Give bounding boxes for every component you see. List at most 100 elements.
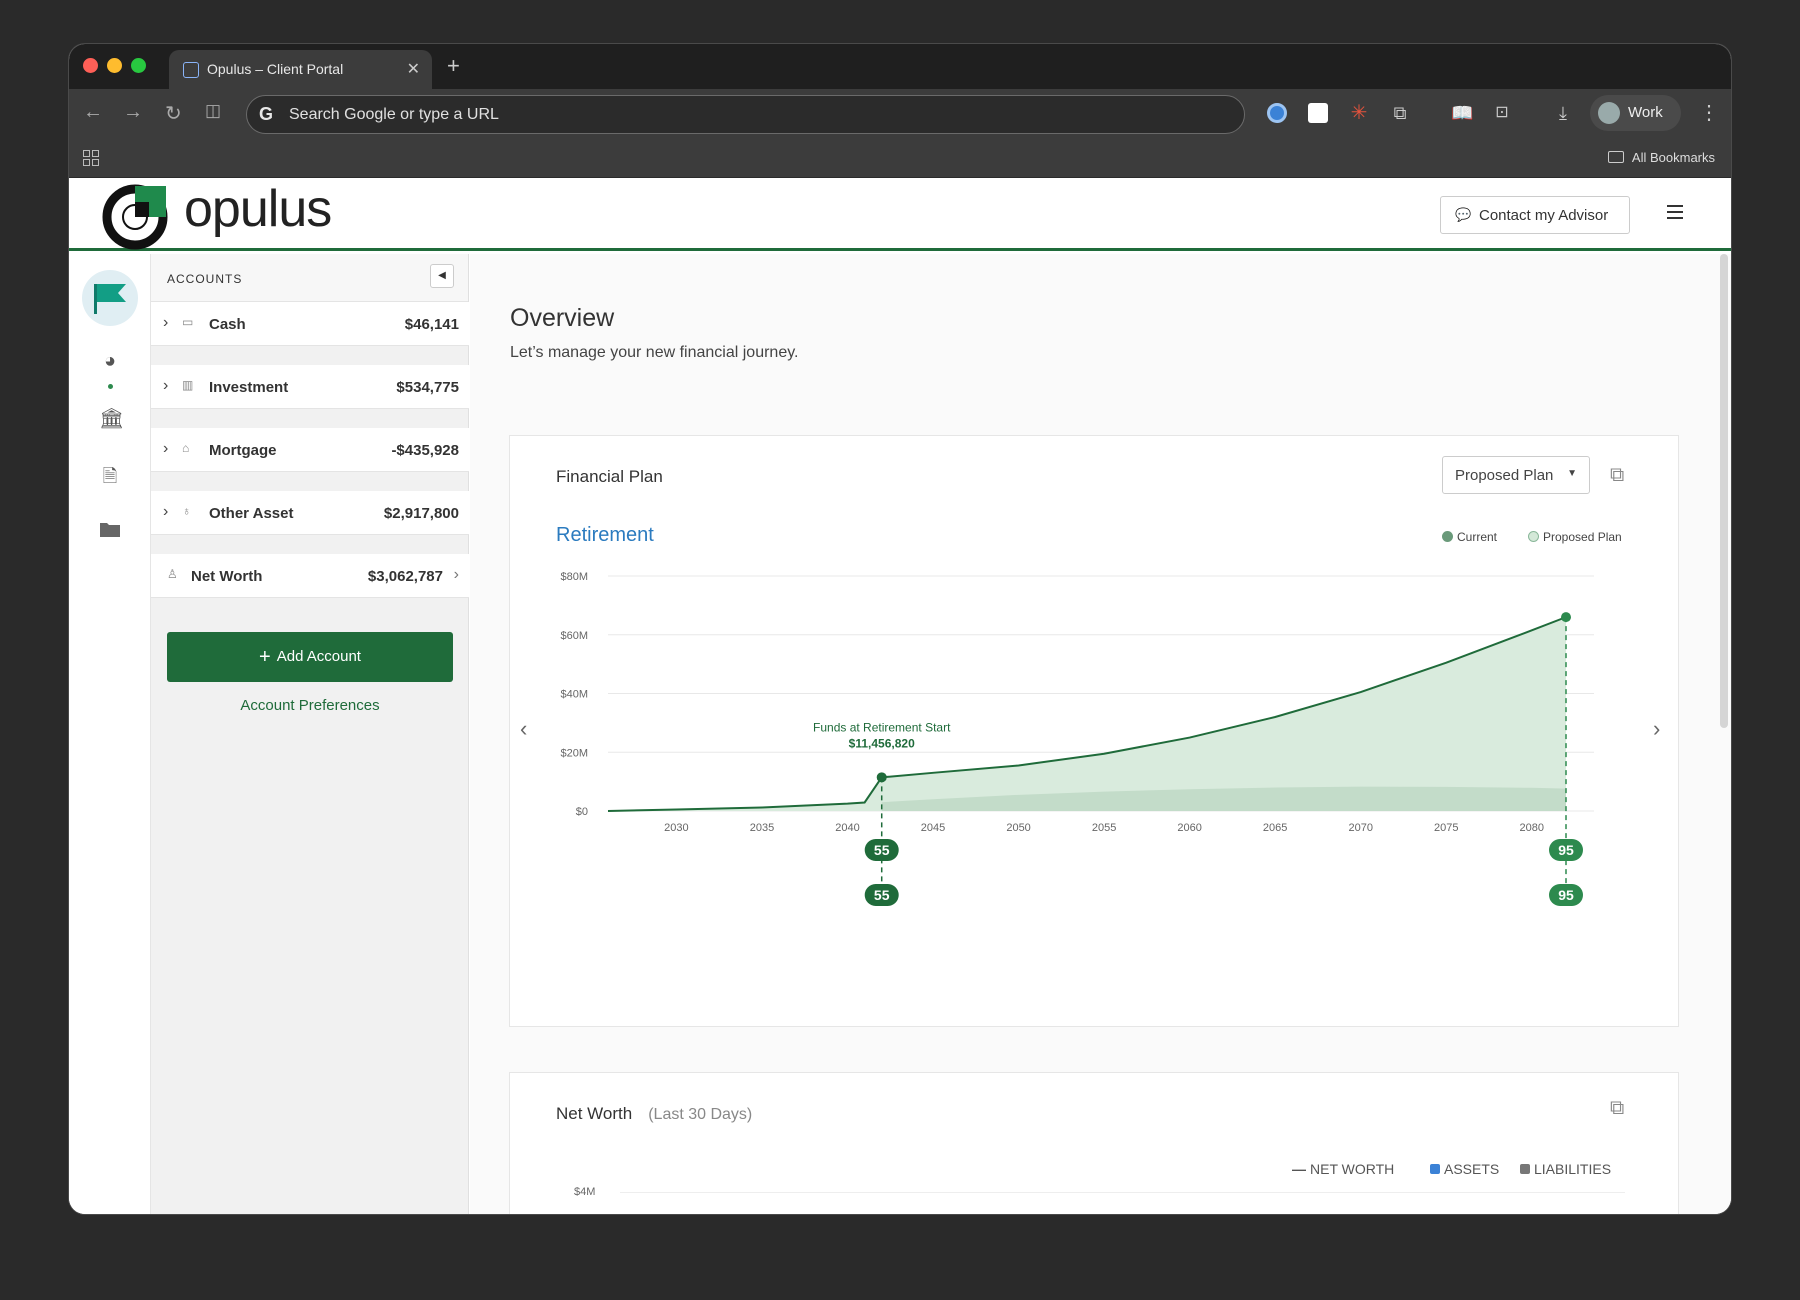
- account-row-investment[interactable]: › ▥ Investment $534,775: [151, 365, 469, 409]
- account-name: Investment: [209, 379, 289, 396]
- extension-blue-icon[interactable]: [1267, 103, 1287, 123]
- download-icon[interactable]: ⤓: [1553, 103, 1573, 123]
- x-axis-tick-label: 2075: [1434, 822, 1458, 834]
- chevron-right-icon[interactable]: ›: [163, 503, 168, 521]
- x-axis-tick-label: 2070: [1348, 822, 1372, 834]
- folder-nav-icon[interactable]: [99, 520, 121, 542]
- money-bag-icon: ♙: [167, 567, 178, 581]
- browser-window: Opulus – Client Portal ✕ + ← → ↻ ◫ G Sea…: [69, 44, 1731, 1214]
- all-bookmarks-button[interactable]: All Bookmarks: [1607, 150, 1715, 165]
- legend-liabilities[interactable]: LIABILITIES: [1520, 1161, 1611, 1177]
- tab-search-icon[interactable]: ⊡: [1492, 103, 1512, 123]
- x-axis-tick-label: 2050: [1006, 822, 1030, 834]
- legend-assets[interactable]: ASSETS: [1430, 1161, 1499, 1177]
- legend-assets-label: ASSETS: [1444, 1161, 1500, 1177]
- net-worth-value: $3,062,787: [367, 568, 443, 585]
- logo-text: opulus: [184, 180, 332, 238]
- chevron-right-icon[interactable]: ›: [163, 377, 168, 395]
- age-end-bottom-label: 95: [1558, 887, 1574, 903]
- add-account-button[interactable]: + Add Account: [167, 632, 453, 682]
- collapse-sidebar-button[interactable]: ◀: [430, 264, 454, 288]
- x-axis-tick-label: 2030: [664, 822, 688, 834]
- reading-mode-icon[interactable]: ◫: [205, 101, 221, 121]
- x-axis-tick-label: 2045: [921, 822, 945, 834]
- age-end-top-label: 95: [1558, 842, 1574, 858]
- age-start-top-pill: [864, 839, 899, 861]
- net-worth-row[interactable]: ♙ Net Worth $3,062,787 ›: [151, 554, 469, 598]
- profile-button[interactable]: Work: [1590, 95, 1681, 131]
- external-link-icon[interactable]: ⧉: [1610, 464, 1632, 486]
- account-value: $46,141: [404, 316, 459, 333]
- chevron-right-icon[interactable]: ›: [163, 440, 168, 458]
- extension-sparkle-icon[interactable]: ✳: [1349, 103, 1369, 123]
- google-icon: G: [259, 104, 274, 124]
- proposed-plan-line: [607, 616, 1567, 812]
- goals-flag-button[interactable]: [82, 270, 138, 326]
- extensions-puzzle-icon[interactable]: ⧉: [1390, 103, 1410, 123]
- age-start-bottom-label: 55: [874, 887, 890, 903]
- back-button[interactable]: ←: [83, 101, 103, 124]
- scrollbar[interactable]: [1720, 254, 1728, 728]
- x-axis-tick-label: 2035: [750, 822, 774, 834]
- new-tab-button[interactable]: +: [447, 53, 460, 79]
- hamburger-menu-icon[interactable]: [1667, 205, 1683, 219]
- nav-rail: ◕ 🏛 🗎: [69, 254, 151, 1214]
- age-end-bottom-pill: [1549, 884, 1583, 906]
- legend-liabilities-label: LIABILITIES: [1534, 1161, 1612, 1177]
- legend-proposed: Proposed Plan: [1528, 530, 1622, 544]
- browser-tab[interactable]: Opulus – Client Portal ✕: [169, 50, 432, 89]
- contact-advisor-button[interactable]: 💬 Contact my Advisor: [1440, 196, 1630, 234]
- legend-proposed-label: Proposed Plan: [1543, 530, 1622, 544]
- chart-next-arrow-icon[interactable]: ›: [1653, 716, 1660, 742]
- legend-net-worth[interactable]: — NET WORTH: [1292, 1161, 1394, 1177]
- avatar: [1598, 102, 1620, 124]
- document-icon[interactable]: 🗎: [99, 464, 121, 486]
- caret-down-icon: ▼: [1567, 468, 1577, 479]
- reload-button[interactable]: ↻: [165, 101, 182, 126]
- close-window-button[interactable]: [83, 58, 98, 73]
- address-bar[interactable]: G Search Google or type a URL: [246, 95, 1245, 134]
- account-preferences-link[interactable]: Account Preferences: [151, 697, 469, 714]
- net-worth-label: Net Worth: [191, 568, 263, 585]
- x-axis-tick-label: 2065: [1263, 822, 1287, 834]
- end-point: [1561, 612, 1571, 623]
- legend-net-worth-label: NET WORTH: [1310, 1161, 1395, 1177]
- reading-list-icon[interactable]: 📖: [1451, 103, 1473, 123]
- liabilities-swatch: [1520, 1164, 1530, 1174]
- legend-current-label: Current: [1457, 530, 1498, 544]
- browser-menu-icon[interactable]: ⋮: [1699, 100, 1719, 125]
- proposed-plan-area: [608, 617, 1566, 811]
- account-row-other-asset[interactable]: › ♁ Other Asset $2,917,800: [151, 491, 469, 535]
- dashboard-gauge-icon[interactable]: ◕: [99, 350, 121, 372]
- extension-notes-icon[interactable]: [1308, 103, 1328, 123]
- chart-icon: ▥: [182, 378, 194, 392]
- browser-toolbar: ← → ↻ ◫ G Search Google or type a URL ✳ …: [69, 89, 1731, 138]
- page-title: Overview: [510, 304, 615, 332]
- age-end-top-pill: [1549, 839, 1583, 861]
- forward-button[interactable]: →: [123, 101, 143, 124]
- retirement-tab[interactable]: Retirement: [556, 524, 654, 547]
- site-favicon-icon: [183, 62, 199, 78]
- apps-grid-icon[interactable]: [83, 150, 99, 166]
- assets-swatch: [1430, 1164, 1440, 1174]
- minimize-window-button[interactable]: [107, 58, 122, 73]
- bookmarks-bar: All Bookmarks: [69, 138, 1731, 178]
- bank-icon[interactable]: 🏛: [99, 406, 124, 430]
- chevron-right-icon[interactable]: ›: [163, 314, 168, 332]
- x-axis-tick-label: 2060: [1177, 822, 1201, 834]
- chat-icon: 💬: [1455, 207, 1472, 222]
- account-row-cash[interactable]: › ▭ Cash $46,141: [151, 302, 469, 346]
- chart-prev-arrow-icon[interactable]: ‹: [520, 716, 527, 742]
- maximize-window-button[interactable]: [131, 58, 146, 73]
- plus-icon: +: [259, 646, 271, 668]
- account-row-mortgage[interactable]: › ⌂ Mortgage -$435,928: [151, 428, 469, 472]
- close-tab-icon[interactable]: ✕: [407, 59, 420, 79]
- legend-dot-proposed: [1528, 531, 1539, 542]
- external-link-icon[interactable]: ⧉: [1610, 1097, 1632, 1119]
- site-content: opulus 💬 Contact my Advisor ◕ 🏛 🗎 ACCOUN…: [69, 179, 1731, 1214]
- legend-current: Current: [1442, 530, 1497, 544]
- cash-icon: ▭: [182, 315, 194, 329]
- card-title: Net Worth (Last 30 Days): [556, 1104, 752, 1124]
- plan-select-value: Proposed Plan: [1455, 467, 1554, 484]
- plan-select-dropdown[interactable]: Proposed Plan ▼: [1442, 456, 1590, 494]
